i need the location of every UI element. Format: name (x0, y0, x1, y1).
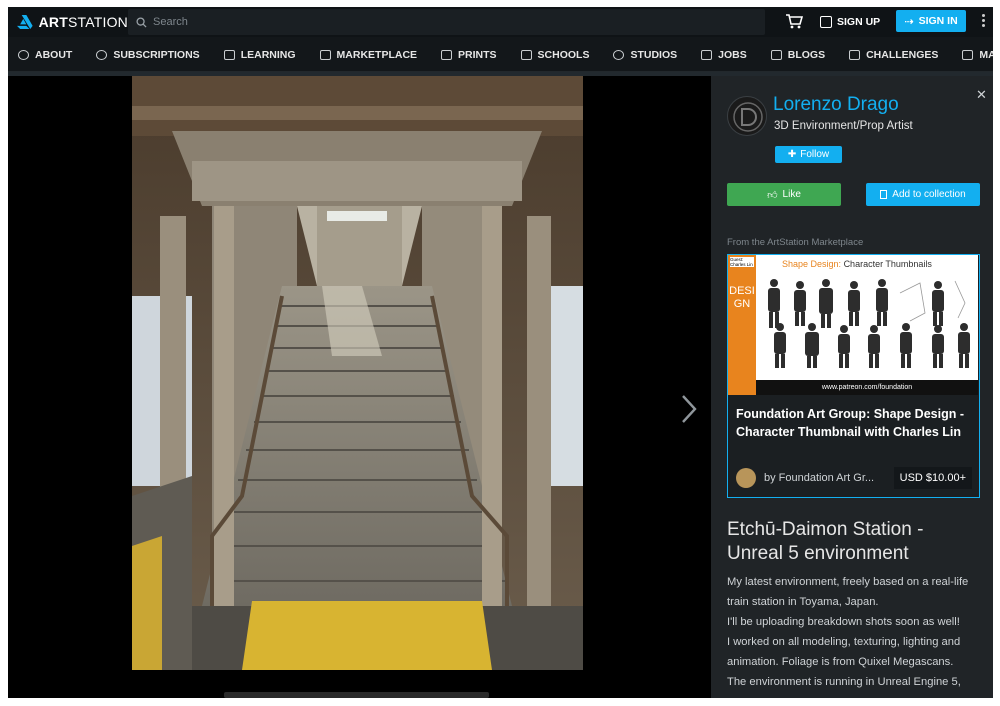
marketplace-card[interactable]: DESIGN Guest: Charles Lin Shape Design: … (727, 254, 980, 498)
more-menu-icon[interactable] (982, 14, 986, 28)
artstation-logo[interactable]: ARTSTATION (8, 13, 128, 31)
app-frame: ARTSTATION SIGN UP ⇢ SIGN IN ABOUT SUBSC… (8, 7, 993, 698)
nav-challenges[interactable]: CHALLENGES (849, 49, 938, 61)
thumbs-up-icon: 👍︎ (767, 189, 778, 201)
plus-circle-icon (96, 49, 108, 60)
thumb-badge: Guest: Charles Lin (730, 257, 754, 267)
project-description: My latest environment, freely based on a… (727, 572, 985, 692)
artist-avatar[interactable] (727, 96, 767, 136)
nav-jobs[interactable]: JOBS (701, 49, 747, 61)
add-user-icon: ✚ (787, 149, 797, 160)
sign-up-button[interactable]: SIGN UP (820, 11, 880, 33)
school-icon (520, 49, 532, 60)
bookmark-icon (880, 190, 888, 199)
project-title: Etchū-Daimon Station - Unreal 5 environm… (727, 519, 924, 564)
nav-about[interactable]: ABOUT (18, 49, 72, 61)
newspaper-icon (962, 49, 974, 60)
marketplace-footer: by Foundation Art Gr... USD $10.00+ (736, 467, 976, 489)
nav-blogs[interactable]: BLOGS (770, 49, 825, 61)
thumb-heading: Shape Design: Character Thumbnails (782, 259, 932, 269)
description-line: I'll be uploading breakdown shots soon a… (727, 616, 960, 628)
sign-in-icon: ⇢ (904, 15, 914, 28)
nav-learning[interactable]: LEARNING (223, 49, 296, 61)
thumb-side-band (728, 255, 756, 395)
print-icon (441, 49, 453, 60)
info-icon (18, 49, 29, 60)
seller-avatar (736, 468, 756, 488)
top-bar: ARTSTATION SIGN UP ⇢ SIGN IN (8, 7, 993, 37)
graduation-cap-icon (223, 49, 235, 60)
next-image-arrow-icon[interactable] (680, 394, 698, 424)
add-to-collection-button[interactable]: Add to collection (866, 183, 980, 206)
description-line: The environment is running in Unreal Eng… (727, 676, 961, 688)
nav-subscriptions[interactable]: SUBSCRIPTIONS (96, 49, 200, 61)
briefcase-icon (701, 49, 713, 60)
sign-in-label: SIGN IN (918, 15, 958, 27)
cube-icon (319, 49, 331, 60)
marketplace-title[interactable]: Foundation Art Group: Shape Design - Cha… (736, 405, 974, 441)
station-stairs-image (132, 76, 583, 670)
project-sidebar: ✕ Lorenzo Drago 3D Environment/Prop Arti… (711, 76, 993, 698)
price-badge: USD $10.00+ (893, 467, 972, 489)
search-input[interactable] (153, 16, 713, 28)
thumb-character-sketches (768, 279, 970, 368)
nav-studios[interactable]: STUDIOS (613, 49, 677, 61)
like-button[interactable]: 👍︎ Like (727, 183, 841, 206)
main-nav: ABOUT SUBSCRIPTIONS LEARNING MARKETPLACE… (8, 38, 993, 72)
sign-in-button[interactable]: ⇢ SIGN IN (896, 10, 966, 32)
brand-name: ARTSTATION (38, 14, 128, 30)
search-icon (136, 16, 147, 28)
description-line: I worked on all modeling, texturing, lig… (727, 636, 961, 668)
nav-prints[interactable]: PRINTS (441, 49, 497, 61)
thumb-url-bar: www.patreon.com/foundation (756, 380, 978, 395)
thumb-side-text: DESIGN (729, 285, 755, 310)
sign-up-label: SIGN UP (837, 16, 881, 28)
artist-headline: 3D Environment/Prop Artist (774, 120, 913, 132)
nav-magazine[interactable]: MAGAZINE (962, 49, 993, 61)
artstation-logo-icon (17, 14, 33, 30)
thumbnail-strip[interactable] (224, 692, 489, 698)
artwork-viewer (8, 76, 711, 698)
trophy-icon (849, 49, 861, 60)
marketplace-label: From the ArtStation Marketplace (727, 237, 864, 248)
description-line: My latest environment, freely based on a… (727, 576, 969, 608)
cart-icon[interactable] (785, 12, 803, 30)
nav-schools[interactable]: SCHOOLS (520, 49, 589, 61)
close-icon[interactable]: ✕ (976, 88, 987, 101)
nav-marketplace[interactable]: MARKETPLACE (319, 49, 417, 61)
people-icon (613, 49, 625, 60)
avatar-monogram-icon (733, 102, 763, 132)
follow-button[interactable]: ✚ Follow (775, 146, 842, 163)
artist-name-link[interactable]: Lorenzo Drago (773, 94, 899, 116)
search-bar[interactable] (128, 9, 765, 35)
marketplace-thumbnail: DESIGN Guest: Charles Lin Shape Design: … (728, 255, 978, 395)
document-icon (770, 49, 782, 60)
edit-icon (820, 16, 832, 28)
artwork-image[interactable] (132, 76, 583, 670)
seller-name[interactable]: by Foundation Art Gr... (764, 472, 886, 484)
